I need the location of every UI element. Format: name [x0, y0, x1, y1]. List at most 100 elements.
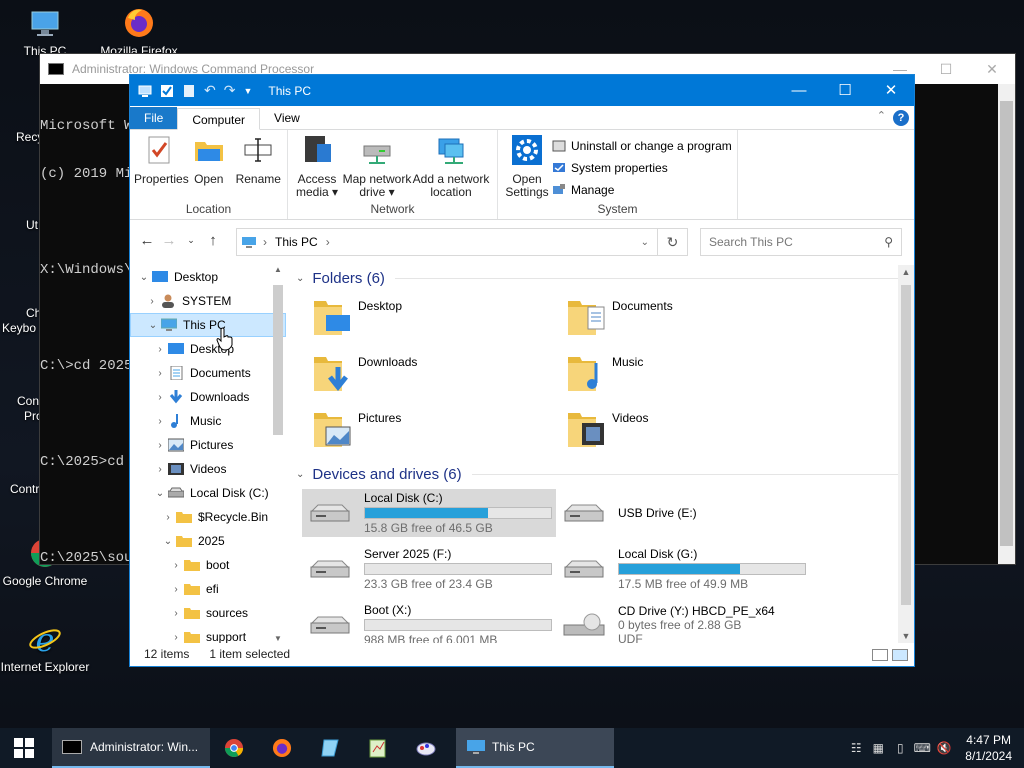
folder-item[interactable]: Videos: [566, 407, 820, 455]
explorer-window[interactable]: ↶ ↷ ▼ This PC — ☐ ✕ File Computer View ⌃…: [129, 74, 915, 667]
folder-item[interactable]: Downloads: [312, 351, 566, 399]
nav-item[interactable]: › SYSTEM: [130, 289, 286, 313]
refresh-icon[interactable]: ↻: [658, 228, 688, 256]
nav-item[interactable]: › efi: [130, 577, 286, 601]
nav-item[interactable]: ⌄ Desktop: [130, 265, 286, 289]
expand-chevron-icon[interactable]: ›: [152, 440, 168, 451]
properties-qat-icon[interactable]: [160, 84, 174, 98]
drive-item[interactable]: CD Drive (Y:) HBCD_PE_x64 0 bytes free of…: [556, 601, 810, 643]
folder-item[interactable]: Documents: [566, 295, 820, 343]
nav-item[interactable]: › Desktop: [130, 337, 286, 361]
address-dropdown-icon[interactable]: ⌄: [641, 237, 649, 248]
keyboard-tray-icon[interactable]: ⌨: [911, 741, 933, 755]
redo-icon[interactable]: ↷: [224, 82, 236, 99]
collapse-chevron-icon[interactable]: ⌄: [152, 488, 168, 499]
nav-scrollbar[interactable]: ▲ ▼: [270, 265, 286, 643]
nav-item[interactable]: › boot: [130, 553, 286, 577]
nav-item[interactable]: › support: [130, 625, 286, 643]
breadcrumb-this-pc[interactable]: This PC: [275, 235, 318, 249]
nav-item[interactable]: › Music: [130, 409, 286, 433]
clock[interactable]: 4:47 PM 8/1/2024: [965, 732, 1012, 764]
taskbar-notepad-button[interactable]: [354, 728, 402, 768]
breadcrumb-separator-icon[interactable]: ›: [326, 235, 330, 249]
folder-item[interactable]: Desktop: [312, 295, 566, 343]
drive-item[interactable]: Boot (X:) 988 MB free of 6.001 MB: [302, 601, 556, 643]
folders-section-header[interactable]: ⌄ Folders (6): [296, 265, 900, 291]
nav-item[interactable]: › Documents: [130, 361, 286, 385]
large-icons-view-icon[interactable]: [892, 649, 908, 661]
collapse-chevron-icon[interactable]: ⌄: [296, 273, 304, 284]
nav-item[interactable]: › $Recycle.Bin: [130, 505, 286, 529]
start-button[interactable]: [0, 728, 48, 768]
taskbar-chrome-button[interactable]: [210, 728, 258, 768]
display-tray-icon[interactable]: ▦: [867, 741, 889, 755]
expand-chevron-icon[interactable]: ›: [168, 560, 184, 571]
system-properties-button[interactable]: System properties: [552, 158, 732, 178]
taskbar-app-button[interactable]: [306, 728, 354, 768]
desktop-icon-this-pc[interactable]: This PC: [0, 6, 90, 58]
uninstall-program-button[interactable]: Uninstall or change a program: [552, 136, 732, 156]
address-bar[interactable]: › This PC › ⌄: [236, 228, 658, 256]
back-arrow-icon[interactable]: ←: [136, 232, 158, 249]
drives-section-header[interactable]: ⌄ Devices and drives (6): [296, 461, 900, 487]
folder-item[interactable]: Pictures: [312, 407, 566, 455]
nav-item[interactable]: › Pictures: [130, 433, 286, 457]
new-folder-qat-icon[interactable]: [182, 84, 196, 98]
recent-locations-icon[interactable]: ⌄: [180, 235, 202, 246]
nav-item[interactable]: › Videos: [130, 457, 286, 481]
qat-dropdown-icon[interactable]: ▼: [243, 86, 252, 96]
tab-view[interactable]: View: [260, 107, 314, 129]
nav-item[interactable]: ⌄ Local Disk (C:): [130, 481, 286, 505]
breadcrumb-separator-icon[interactable]: ›: [263, 235, 267, 249]
navigation-pane[interactable]: ⌄ Desktop › SYSTEM ⌄ This PC › Desktop › Document…: [130, 265, 286, 643]
nav-item[interactable]: ⌄ 2025: [130, 529, 286, 553]
nav-item[interactable]: › sources: [130, 601, 286, 625]
expand-chevron-icon[interactable]: ›: [168, 608, 184, 619]
up-arrow-icon[interactable]: ↑: [202, 232, 224, 249]
collapse-ribbon-icon[interactable]: ⌃: [877, 109, 886, 122]
desktop-icon-ie[interactable]: e Internet Explorer: [0, 621, 90, 674]
drive-item[interactable]: Server 2025 (F:) 23.3 GB free of 23.4 GB: [302, 545, 556, 593]
expand-chevron-icon[interactable]: ›: [152, 368, 168, 379]
drive-item[interactable]: Local Disk (G:) 17.5 MB free of 49.9 MB: [556, 545, 810, 593]
expand-chevron-icon[interactable]: ›: [168, 632, 184, 643]
volume-muted-icon[interactable]: 🔇: [933, 741, 955, 755]
expand-chevron-icon[interactable]: ›: [168, 584, 184, 595]
collapse-chevron-icon[interactable]: ⌄: [296, 469, 304, 480]
manage-button[interactable]: Manage: [552, 180, 732, 200]
undo-icon[interactable]: ↶: [204, 82, 216, 99]
tab-file[interactable]: File: [130, 107, 178, 129]
taskbar-cmd-button[interactable]: Administrator: Win...: [52, 728, 210, 768]
drive-item[interactable]: USB Drive (E:): [556, 489, 810, 537]
tab-computer[interactable]: Computer: [177, 108, 261, 130]
network-tray-icon[interactable]: ☷: [845, 741, 867, 755]
content-pane[interactable]: ⌄ Folders (6) Desktop Documents Downloads M…: [290, 265, 900, 643]
close-icon[interactable]: ✕: [868, 75, 914, 106]
search-input[interactable]: Search This PC ⚲: [700, 228, 902, 256]
nav-item[interactable]: ⌄ This PC: [130, 313, 286, 337]
collapse-chevron-icon[interactable]: ⌄: [160, 536, 176, 547]
expand-chevron-icon[interactable]: ›: [152, 344, 168, 355]
content-scrollbar[interactable]: ▲ ▼: [898, 265, 914, 643]
help-icon[interactable]: ?: [893, 110, 909, 126]
expand-chevron-icon[interactable]: ›: [144, 296, 160, 307]
expand-chevron-icon[interactable]: ›: [152, 464, 168, 475]
cmd-scrollbar[interactable]: [998, 84, 1015, 564]
close-icon[interactable]: ✕: [969, 54, 1015, 84]
details-view-icon[interactable]: [872, 649, 888, 661]
collapse-chevron-icon[interactable]: ⌄: [145, 320, 161, 331]
maximize-icon[interactable]: ☐: [923, 54, 969, 84]
usb-tray-icon[interactable]: ▯: [889, 741, 911, 755]
expand-chevron-icon[interactable]: ›: [152, 392, 168, 403]
desktop-icon-firefox[interactable]: Mozilla Firefox: [94, 6, 184, 58]
taskbar-this-pc-button[interactable]: This PC: [456, 728, 614, 768]
drive-item[interactable]: Local Disk (C:) 15.8 GB free of 46.5 GB: [302, 489, 556, 537]
collapse-chevron-icon[interactable]: ⌄: [136, 272, 152, 283]
maximize-icon[interactable]: ☐: [822, 75, 868, 106]
expand-chevron-icon[interactable]: ›: [152, 416, 168, 427]
minimize-icon[interactable]: —: [776, 75, 822, 106]
folder-item[interactable]: Music: [566, 351, 820, 399]
taskbar-firefox-button[interactable]: [258, 728, 306, 768]
nav-item[interactable]: › Downloads: [130, 385, 286, 409]
forward-arrow-icon[interactable]: →: [158, 232, 180, 249]
